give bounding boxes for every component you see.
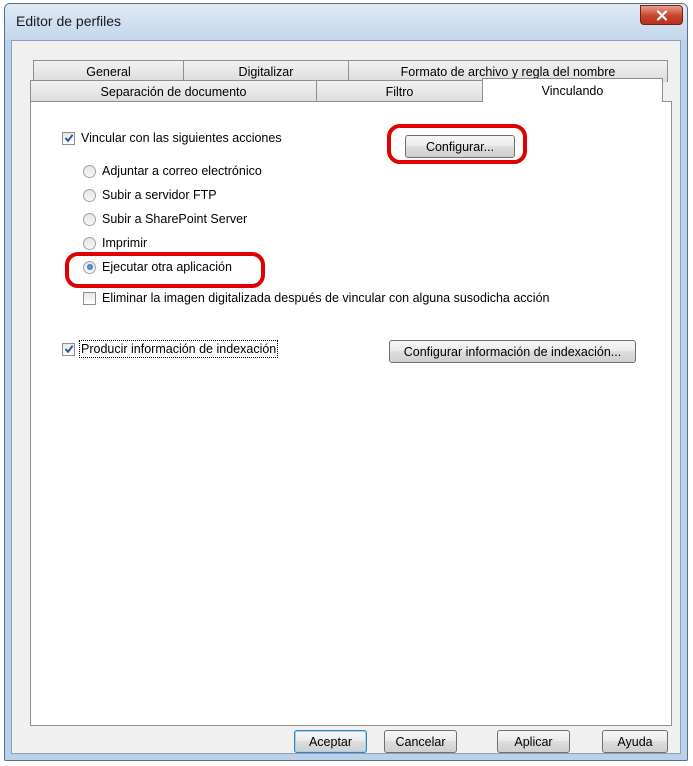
tab-label: Digitalizar xyxy=(238,64,294,79)
close-icon xyxy=(656,9,667,21)
checkbox-box[interactable] xyxy=(83,291,96,305)
radio-print[interactable]: Imprimir xyxy=(83,236,147,250)
configure-index-button[interactable]: Configurar información de indexación... xyxy=(389,340,636,363)
tab-digitalizar[interactable]: Digitalizar xyxy=(183,60,349,82)
radio-circle[interactable] xyxy=(83,236,96,250)
profile-editor-window: Editor de perfiles General Digitalizar F… xyxy=(4,3,688,761)
radio-label: Ejecutar otra aplicación xyxy=(102,260,232,274)
configure-button[interactable]: Configurar... xyxy=(405,135,515,158)
checkbox-box[interactable] xyxy=(62,131,75,145)
cancel-button[interactable]: Cancelar xyxy=(384,730,457,753)
radio-sharepoint[interactable]: Subir a SharePoint Server xyxy=(83,212,247,226)
radio-email[interactable]: Adjuntar a correo electrónico xyxy=(83,164,262,178)
radio-ftp[interactable]: Subir a servidor FTP xyxy=(83,188,217,202)
index-info-label: Producir información de indexación xyxy=(78,340,279,358)
tab-label: Vinculando xyxy=(541,83,604,98)
index-info-checkbox[interactable]: Producir información de indexación xyxy=(62,340,279,358)
checkbox-box[interactable] xyxy=(62,342,75,356)
checkmark-icon xyxy=(64,134,73,143)
delete-image-checkbox[interactable]: Eliminar la imagen digitalizada después … xyxy=(83,291,550,305)
tab-filter[interactable]: Filtro xyxy=(316,80,483,102)
apply-button-label: Aplicar xyxy=(514,734,553,749)
radio-label: Imprimir xyxy=(102,236,148,250)
configure-index-button-label: Configurar información de indexación... xyxy=(403,344,622,359)
ok-button-label: Aceptar xyxy=(308,734,353,749)
radio-run-application[interactable]: Ejecutar otra aplicación xyxy=(83,260,232,274)
configure-button-label: Configurar... xyxy=(425,139,495,154)
close-button[interactable] xyxy=(640,5,683,25)
delete-image-label: Eliminar la imagen digitalizada después … xyxy=(102,291,550,305)
help-button-label: Ayuda xyxy=(617,734,653,749)
radio-circle[interactable] xyxy=(83,188,96,202)
checkmark-icon xyxy=(64,345,73,354)
link-actions-checkbox[interactable]: Vincular con las siguientes acciones xyxy=(62,131,282,145)
window-title: Editor de perfiles xyxy=(16,13,122,29)
tab-general[interactable]: General xyxy=(33,60,184,82)
ok-button[interactable]: Aceptar xyxy=(294,730,367,753)
radio-dot-icon xyxy=(86,264,93,270)
radio-label: Adjuntar a correo electrónico xyxy=(102,164,262,178)
radio-label: Subir a servidor FTP xyxy=(102,188,217,202)
apply-button[interactable]: Aplicar xyxy=(497,730,570,753)
tab-label: General xyxy=(86,64,131,79)
link-actions-label: Vincular con las siguientes acciones xyxy=(81,131,282,145)
tab-label: Separación de documento xyxy=(100,84,247,99)
linking-tab-panel: Vincular con las siguientes acciones Con… xyxy=(30,101,672,726)
dialog-client-area: General Digitalizar Formato de archivo y… xyxy=(11,40,681,754)
tab-vinculando[interactable]: Vinculando xyxy=(482,78,663,102)
cancel-button-label: Cancelar xyxy=(395,734,446,749)
tab-label: Filtro xyxy=(385,84,414,99)
radio-circle[interactable] xyxy=(83,212,96,226)
help-button[interactable]: Ayuda xyxy=(602,730,668,753)
radio-circle[interactable] xyxy=(83,164,96,178)
tab-document-separation[interactable]: Separación de documento xyxy=(30,80,317,102)
radio-label: Subir a SharePoint Server xyxy=(102,212,248,226)
tab-label: Formato de archivo y regla del nombre xyxy=(400,64,616,79)
radio-circle[interactable] xyxy=(83,260,96,274)
title-bar: Editor de perfiles xyxy=(5,4,687,40)
